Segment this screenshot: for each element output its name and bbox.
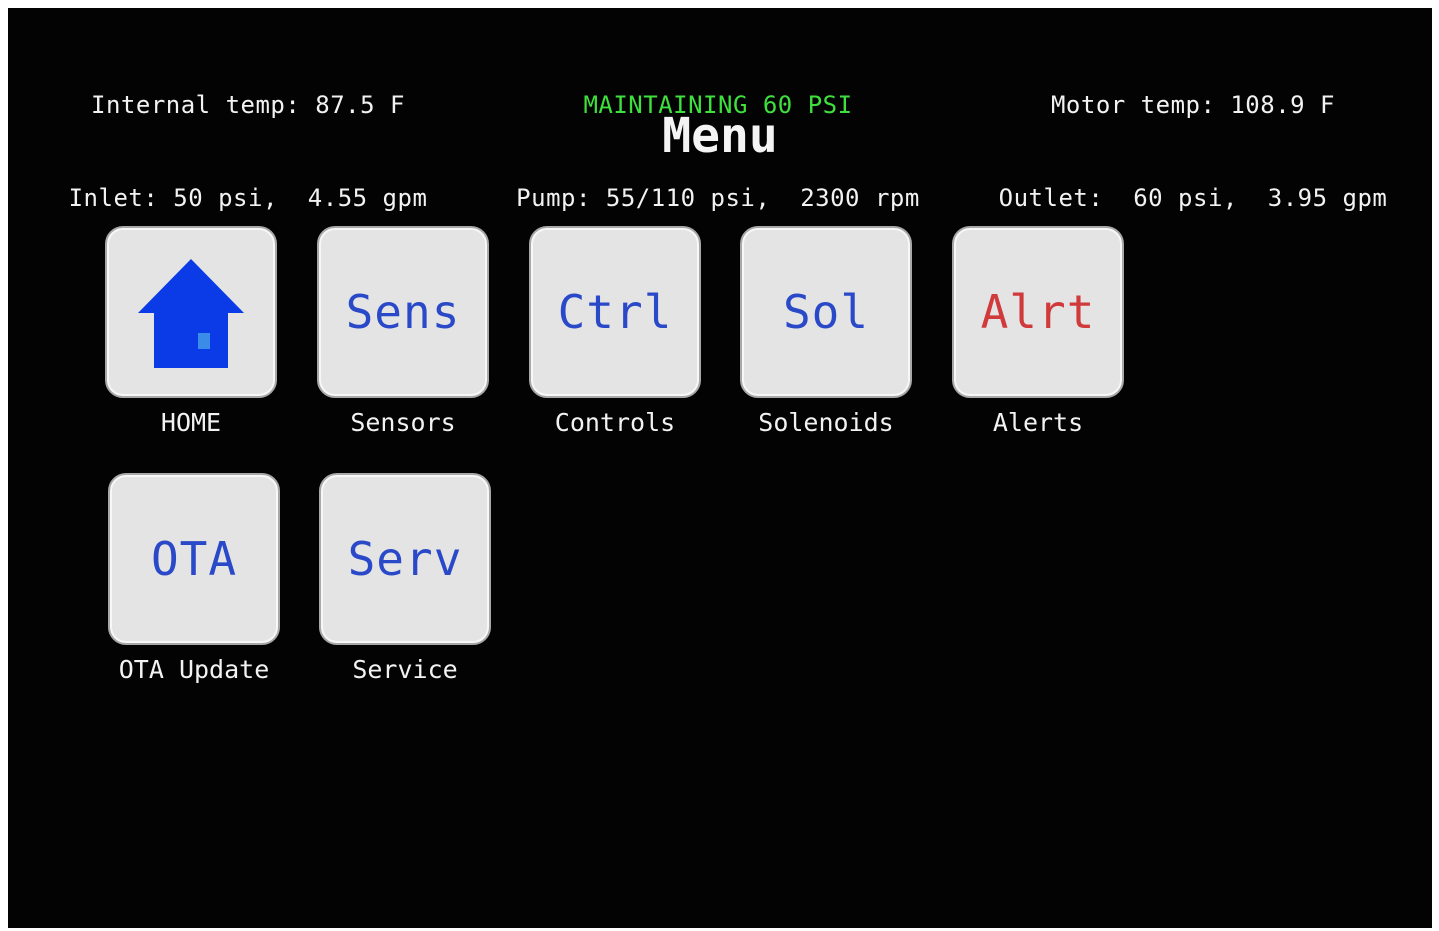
solenoids-label: Solenoids xyxy=(758,408,894,437)
service-label: Service xyxy=(352,655,458,684)
sensors-label: Sensors xyxy=(350,408,456,437)
solenoids-tile-text: Sol xyxy=(782,285,870,339)
inlet-readout: Inlet: 50 psi, 4.55 gpm xyxy=(68,184,428,212)
pump-readout: Pump: 55/110 psi, 2300 rpm xyxy=(516,184,920,212)
ota-tile[interactable]: OTA xyxy=(108,473,280,645)
controls-label: Controls xyxy=(554,408,676,437)
home-label: HOME xyxy=(160,408,222,437)
service-tile-text: Serv xyxy=(347,532,463,586)
solenoids-tile[interactable]: Sol xyxy=(740,226,912,398)
service-tile[interactable]: Serv xyxy=(319,473,491,645)
sensors-tile[interactable]: Sens xyxy=(317,226,489,398)
alerts-button[interactable]: Alrt Alerts xyxy=(933,226,1143,437)
controls-tile[interactable]: Ctrl xyxy=(529,226,701,398)
sensors-tile-text: Sens xyxy=(345,285,461,339)
outlet-readout: Outlet: 60 psi, 3.95 gpm xyxy=(998,184,1388,212)
controls-button[interactable]: Ctrl Controls xyxy=(510,226,720,437)
home-button[interactable]: HOME xyxy=(86,226,296,437)
home-icon xyxy=(138,259,244,368)
alerts-tile-text: Alrt xyxy=(980,285,1096,339)
display-screen: Internal temp: 87.5 F Inlet: 50 psi, 4.5… xyxy=(8,8,1432,928)
alerts-label: Alerts xyxy=(992,408,1084,437)
solenoids-button[interactable]: Sol Solenoids xyxy=(721,226,931,437)
home-tile[interactable] xyxy=(105,226,277,398)
service-button[interactable]: Serv Service xyxy=(300,473,510,684)
page-title: Menu xyxy=(662,108,778,164)
ota-tile-text: OTA xyxy=(150,532,238,586)
ota-update-label: OTA Update xyxy=(118,655,270,684)
controls-tile-text: Ctrl xyxy=(557,285,673,339)
ota-update-button[interactable]: OTA OTA Update xyxy=(89,473,299,684)
sensors-button[interactable]: Sens Sensors xyxy=(298,226,508,437)
alerts-tile[interactable]: Alrt xyxy=(952,226,1124,398)
